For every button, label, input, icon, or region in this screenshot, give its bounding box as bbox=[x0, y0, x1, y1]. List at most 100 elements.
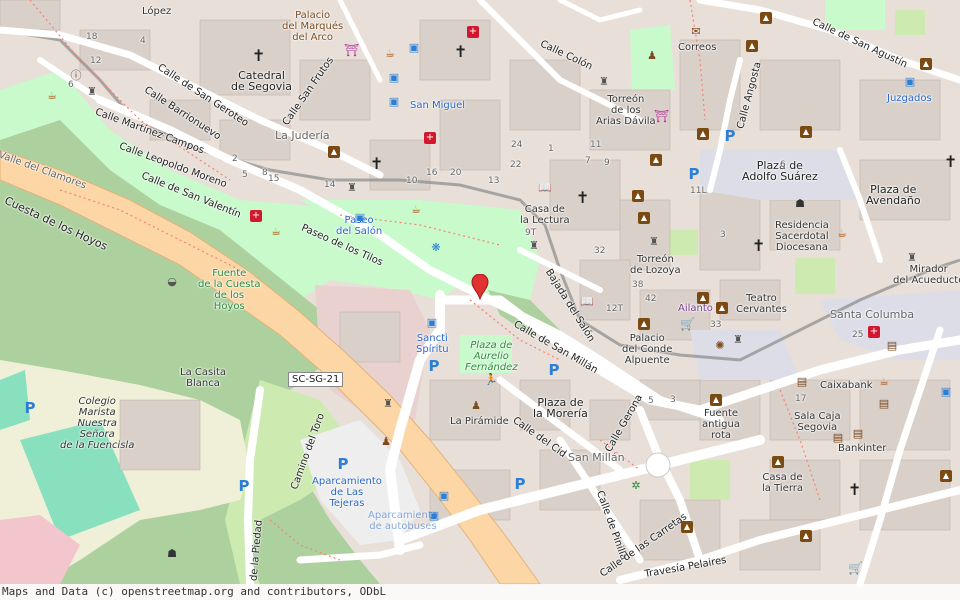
tourism-icon[interactable]: ⛩ bbox=[344, 44, 359, 56]
house-number: 16 bbox=[426, 168, 438, 178]
church-icon[interactable]: ✝ bbox=[454, 44, 467, 60]
bus-stop-icon[interactable]: ▣ bbox=[388, 72, 400, 84]
museum-icon[interactable]: ▲ bbox=[638, 318, 650, 330]
museum-icon[interactable]: ▲ bbox=[772, 456, 784, 468]
museum-icon[interactable]: ▲ bbox=[940, 470, 952, 482]
museum-icon[interactable]: ▲ bbox=[328, 146, 340, 158]
pharmacy-icon[interactable]: + bbox=[868, 326, 880, 338]
church-icon[interactable]: ✝ bbox=[944, 154, 957, 170]
tower-icon[interactable]: ♜ bbox=[382, 398, 394, 410]
house-number: 32 bbox=[594, 246, 606, 256]
bank-icon[interactable]: ▤ bbox=[878, 398, 890, 410]
museum-icon[interactable]: ▲ bbox=[800, 126, 812, 138]
tourism-icon[interactable]: ⛩ bbox=[654, 110, 669, 122]
cafe-icon[interactable]: ☕ bbox=[836, 228, 848, 240]
castle-icon[interactable]: ♜ bbox=[906, 252, 918, 264]
bank-icon[interactable]: ▤ bbox=[796, 376, 808, 388]
parking-icon[interactable]: P bbox=[514, 477, 526, 492]
bus-stop-icon[interactable]: ▣ bbox=[438, 490, 450, 502]
museum-icon[interactable]: ▲ bbox=[638, 212, 650, 224]
museum-icon[interactable]: ▲ bbox=[650, 154, 662, 166]
cafe-icon[interactable]: ☕ bbox=[270, 226, 282, 238]
shop-icon[interactable]: 🛒 bbox=[680, 318, 695, 330]
castle-icon[interactable]: ♜ bbox=[598, 76, 610, 88]
parking-icon[interactable]: P bbox=[548, 363, 560, 378]
bus-stop-icon[interactable]: ▣ bbox=[354, 212, 366, 224]
castle-icon[interactable]: ♜ bbox=[648, 236, 660, 248]
cafe-icon[interactable]: ☕ bbox=[410, 204, 422, 216]
castle-icon[interactable]: ♜ bbox=[86, 86, 98, 98]
residence-icon[interactable]: ☗ bbox=[794, 198, 806, 210]
bus-stop-icon[interactable]: ▣ bbox=[940, 386, 952, 398]
roundabout bbox=[645, 452, 671, 478]
church-icon[interactable]: ✝ bbox=[370, 156, 383, 172]
bank-icon[interactable]: ▤ bbox=[852, 428, 864, 440]
library-icon[interactable]: 📖 bbox=[580, 296, 594, 308]
school-icon[interactable]: ☗ bbox=[166, 548, 178, 560]
bus-stop-icon[interactable]: ▣ bbox=[408, 42, 420, 54]
location-marker-icon[interactable] bbox=[471, 274, 489, 300]
road-shield: SC-SG-21 bbox=[288, 372, 344, 387]
fountain-icon[interactable]: ❋ bbox=[430, 242, 442, 254]
house-number: 8 bbox=[262, 168, 268, 178]
church-icon[interactable]: ✝ bbox=[752, 238, 765, 254]
castle-icon[interactable]: ♜ bbox=[528, 240, 540, 252]
church-icon[interactable]: ✝ bbox=[848, 482, 861, 498]
bank-icon[interactable]: ▤ bbox=[832, 432, 844, 444]
playground-icon[interactable]: ✲ bbox=[630, 480, 642, 492]
pharmacy-icon[interactable]: + bbox=[424, 132, 436, 144]
pharmacy-icon[interactable]: + bbox=[467, 26, 479, 38]
bus-stop-icon[interactable]: ▣ bbox=[426, 317, 438, 329]
parking-icon[interactable]: P bbox=[24, 401, 36, 416]
cafe-icon[interactable]: ☕ bbox=[46, 90, 58, 102]
parking-icon[interactable]: P bbox=[238, 479, 250, 494]
church-icon[interactable]: ✝ bbox=[576, 190, 589, 206]
shop-icon[interactable]: 🛒 bbox=[848, 562, 863, 574]
cave-icon[interactable]: ◒ bbox=[166, 276, 178, 288]
monument-icon[interactable]: ♟ bbox=[380, 436, 392, 448]
museum-icon[interactable]: ▲ bbox=[746, 40, 758, 52]
viewpoint-icon[interactable]: ✺ bbox=[714, 340, 726, 352]
museum-icon[interactable]: ▲ bbox=[632, 190, 644, 202]
sports-icon[interactable]: 🏃 bbox=[484, 374, 498, 386]
house-number: 42 bbox=[645, 294, 657, 304]
parking-icon[interactable]: P bbox=[337, 457, 349, 472]
museum-icon[interactable]: ▲ bbox=[697, 128, 709, 140]
bank-icon[interactable]: ▤ bbox=[886, 340, 898, 352]
parking-icon[interactable]: P bbox=[428, 359, 440, 374]
bus-stop-icon[interactable]: ▣ bbox=[428, 510, 440, 522]
post-office-icon[interactable]: ✉ bbox=[690, 26, 702, 38]
castle-icon[interactable]: ♜ bbox=[732, 334, 744, 346]
house-number: 22 bbox=[510, 160, 522, 170]
house-number: 3 bbox=[670, 395, 676, 405]
museum-icon[interactable]: ▲ bbox=[800, 530, 812, 542]
map-view[interactable]: Calle de San Geroteo Calle Barrionuevo C… bbox=[0, 0, 960, 600]
museum-icon[interactable]: ▲ bbox=[681, 521, 693, 533]
church-icon[interactable]: ✝ bbox=[252, 48, 265, 64]
library-icon[interactable]: 📖 bbox=[538, 182, 552, 194]
cafe-icon[interactable]: ☕ bbox=[878, 376, 890, 388]
museum-icon[interactable]: ▲ bbox=[710, 394, 722, 406]
house-number: 33 bbox=[710, 320, 722, 330]
parking-icon[interactable]: P bbox=[688, 167, 700, 182]
monument-icon[interactable]: ♟ bbox=[470, 400, 482, 412]
house-number: 9T bbox=[525, 228, 537, 238]
house-number: 10 bbox=[406, 176, 418, 186]
label-casa-tierra: Casa de la Tierra bbox=[762, 472, 803, 494]
label-sala-caja: Sala Caja Segovia bbox=[794, 411, 841, 433]
monument-icon[interactable]: ♟ bbox=[646, 50, 658, 62]
museum-icon[interactable]: ▲ bbox=[920, 58, 932, 70]
pharmacy-icon[interactable]: + bbox=[250, 210, 262, 222]
parking-icon[interactable]: P bbox=[724, 129, 736, 144]
bus-stop-icon[interactable]: ▣ bbox=[388, 96, 400, 108]
museum-icon[interactable]: ▲ bbox=[697, 292, 709, 304]
cafe-icon[interactable]: ☕ bbox=[384, 48, 396, 60]
info-icon[interactable]: ⓘ bbox=[70, 70, 82, 82]
bus-stop-icon[interactable]: ▣ bbox=[904, 76, 916, 88]
map-attribution[interactable]: Maps and Data (c) openstreetmap.org and … bbox=[0, 584, 960, 600]
museum-icon[interactable]: ▲ bbox=[716, 302, 728, 314]
label-residencia: Residencia Sacerdotal Diocesana bbox=[775, 220, 829, 253]
castle-icon[interactable]: ♜ bbox=[346, 182, 358, 194]
house-number: 13 bbox=[488, 176, 500, 186]
museum-icon[interactable]: ▲ bbox=[760, 12, 772, 24]
